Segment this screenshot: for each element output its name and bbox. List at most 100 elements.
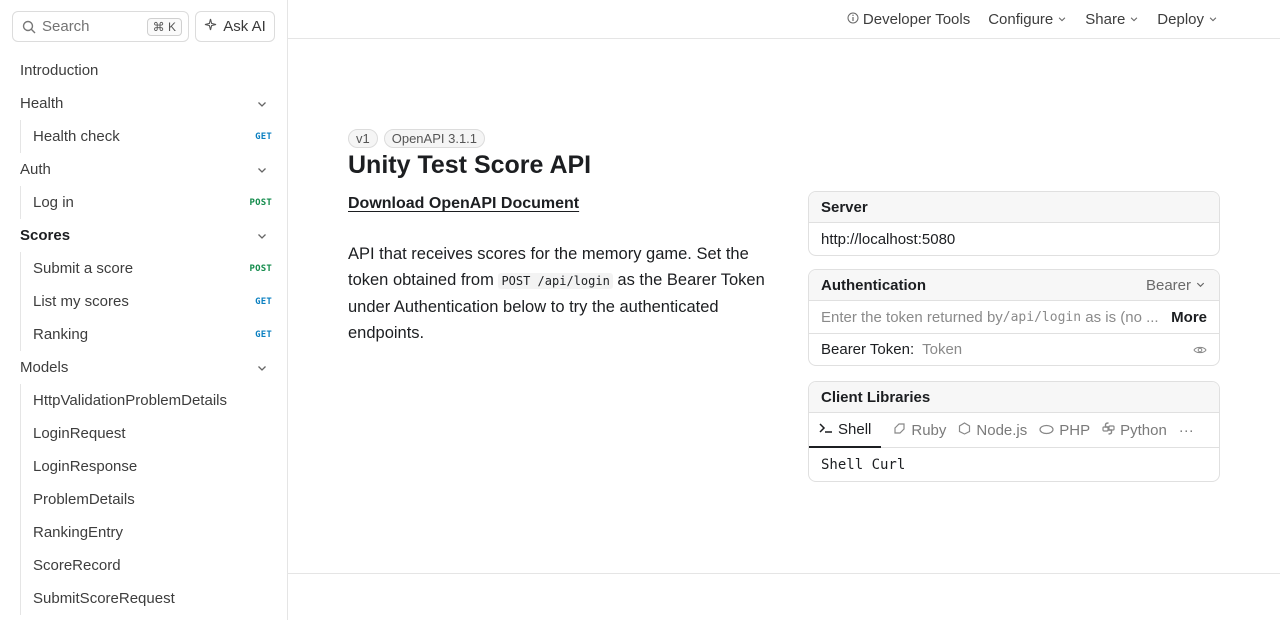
- chevron-down-icon: [1129, 14, 1139, 24]
- sidebar-item-model[interactable]: RankingEntry: [20, 516, 276, 549]
- client-libraries-title: Client Libraries: [821, 388, 931, 406]
- method-badge-post: POST: [249, 263, 272, 274]
- sidebar-item-list-scores[interactable]: List my scores GET: [20, 285, 276, 318]
- auth-scheme-value: Bearer: [1145, 276, 1191, 294]
- tab-label: Shell: [838, 420, 872, 438]
- sidebar-item-model[interactable]: LoginRequest: [20, 417, 276, 450]
- more-button[interactable]: More: [1163, 309, 1207, 326]
- sidebar-item-label: ProblemDetails: [33, 491, 135, 508]
- top-bar: Developer Tools Configure Share Deploy: [288, 0, 1280, 39]
- share-menu[interactable]: Share: [1085, 11, 1139, 28]
- sparkle-icon: [204, 18, 217, 35]
- auth-hint: Enter the token returned by /api/login a…: [809, 301, 1219, 333]
- sidebar-item-label: Auth: [20, 161, 51, 178]
- server-url-text: http://localhost:5080: [821, 230, 956, 248]
- sidebar-item-submit-score[interactable]: Submit a score POST: [20, 252, 276, 285]
- sidebar-item-label: Health: [20, 95, 64, 112]
- configure-menu[interactable]: Configure: [988, 11, 1067, 28]
- sidebar-search-row: Search ⌘ K Ask AI: [12, 11, 275, 42]
- badges: v1 OpenAPI 3.1.1: [348, 129, 486, 148]
- search-shortcut: ⌘ K: [146, 17, 182, 36]
- tab-nodejs[interactable]: Node.js: [958, 413, 1027, 448]
- sidebar-item-label: Scores: [20, 227, 71, 244]
- sidebar-nav: Introduction Health Health check GET Aut…: [12, 54, 276, 615]
- bearer-token-row: Bearer Token: Token: [809, 333, 1219, 365]
- sidebar-item-auth[interactable]: Auth: [12, 153, 276, 186]
- nodejs-icon: [958, 421, 971, 439]
- auth-hint-text: Enter the token returned by: [821, 308, 1003, 326]
- authentication-card-header: Authentication Bearer: [809, 270, 1219, 301]
- sidebar-item-model[interactable]: ScoreRecord: [20, 549, 276, 582]
- python-icon: [1102, 421, 1115, 439]
- sidebar-item-model[interactable]: ProblemDetails: [20, 483, 276, 516]
- sidebar-item-scores[interactable]: Scores: [12, 219, 276, 252]
- sidebar-item-health-check[interactable]: Health check GET: [20, 120, 276, 153]
- sidebar-item-label: Introduction: [20, 62, 99, 79]
- sidebar-item-label: Models: [20, 359, 69, 376]
- sidebar-item-label: ScoreRecord: [33, 557, 121, 574]
- search-button[interactable]: Search ⌘ K: [12, 11, 189, 42]
- terminal-icon: [819, 421, 833, 438]
- sidebar-item-introduction[interactable]: Introduction: [12, 54, 276, 87]
- deploy-menu[interactable]: Deploy: [1157, 11, 1218, 28]
- more-languages-button[interactable]: ···: [1179, 413, 1194, 448]
- authentication-title: Authentication: [821, 276, 926, 294]
- description-code: POST /api/login: [498, 273, 613, 289]
- sidebar-item-model[interactable]: HttpValidationProblemDetails: [20, 384, 276, 417]
- search-placeholder: Search: [42, 18, 90, 35]
- server-card-header: Server: [809, 192, 1219, 223]
- api-description: API that receives scores for the memory …: [348, 241, 766, 346]
- sidebar-item-model[interactable]: SubmitScoreRequest: [20, 582, 276, 615]
- auth-scheme-select[interactable]: Bearer: [1146, 277, 1207, 294]
- ask-ai-button[interactable]: Ask AI: [195, 11, 275, 42]
- sidebar-item-model[interactable]: LoginResponse: [20, 450, 276, 483]
- page-title: Unity Test Score API: [348, 151, 592, 179]
- sidebar-item-ranking[interactable]: Ranking GET: [20, 318, 276, 351]
- method-badge-get: GET: [255, 131, 272, 142]
- server-url[interactable]: http://localhost:5080: [809, 223, 1219, 255]
- code-sample: Shell Curl: [809, 448, 1219, 481]
- eye-icon[interactable]: [1193, 343, 1207, 357]
- download-openapi-link[interactable]: Download OpenAPI Document: [348, 195, 579, 213]
- method-badge-get: GET: [255, 296, 272, 307]
- server-card: Server http://localhost:5080: [808, 191, 1220, 256]
- configure-label: Configure: [988, 10, 1054, 28]
- tab-php[interactable]: PHP: [1039, 413, 1090, 448]
- chevron-down-icon: [256, 164, 268, 176]
- sidebar-item-label: List my scores: [33, 293, 129, 310]
- chevron-down-icon: [256, 230, 268, 242]
- developer-tools-button[interactable]: Developer Tools: [847, 11, 970, 28]
- tab-python[interactable]: Python: [1102, 413, 1167, 448]
- server-title: Server: [821, 198, 868, 216]
- chevron-down-icon: [1208, 14, 1218, 24]
- bearer-token-label: Bearer Token:: [821, 341, 915, 358]
- sidebar-item-label: HttpValidationProblemDetails: [33, 392, 227, 409]
- client-libraries-header: Client Libraries: [809, 382, 1219, 413]
- sidebar: Search ⌘ K Ask AI Introduction Health He…: [0, 0, 288, 620]
- sidebar-item-label: Health check: [33, 128, 120, 145]
- authentication-card: Authentication Bearer Enter the token re…: [808, 269, 1220, 366]
- tab-label: PHP: [1059, 421, 1091, 439]
- openapi-badge: OpenAPI 3.1.1: [383, 129, 486, 148]
- tab-label: Ruby: [911, 421, 947, 439]
- sidebar-item-models[interactable]: Models: [12, 351, 276, 384]
- search-icon: [22, 20, 36, 34]
- auth-hint-text: as is (no ...: [1081, 308, 1159, 326]
- tab-ruby[interactable]: Ruby: [893, 413, 946, 448]
- sidebar-item-log-in[interactable]: Log in POST: [20, 186, 276, 219]
- sidebar-item-label: Log in: [33, 194, 74, 211]
- auth-hint-code: /api/login: [1002, 309, 1082, 325]
- more-languages-label: ···: [1178, 421, 1194, 439]
- tab-label: Python: [1120, 421, 1167, 439]
- method-badge-get: GET: [255, 329, 272, 340]
- sidebar-item-health[interactable]: Health: [12, 87, 276, 120]
- client-libraries-card: Client Libraries Shell Ruby Node.js PHP …: [808, 381, 1220, 482]
- chevron-down-icon: [256, 362, 268, 374]
- sidebar-item-label: LoginRequest: [33, 425, 126, 442]
- code-sample-text: Shell Curl: [821, 456, 906, 473]
- ruby-icon: [893, 422, 906, 439]
- sidebar-item-label: Submit a score: [33, 260, 134, 277]
- developer-tools-label: Developer Tools: [862, 10, 971, 28]
- tab-shell[interactable]: Shell: [809, 413, 882, 448]
- bearer-token-input[interactable]: Token: [922, 341, 962, 358]
